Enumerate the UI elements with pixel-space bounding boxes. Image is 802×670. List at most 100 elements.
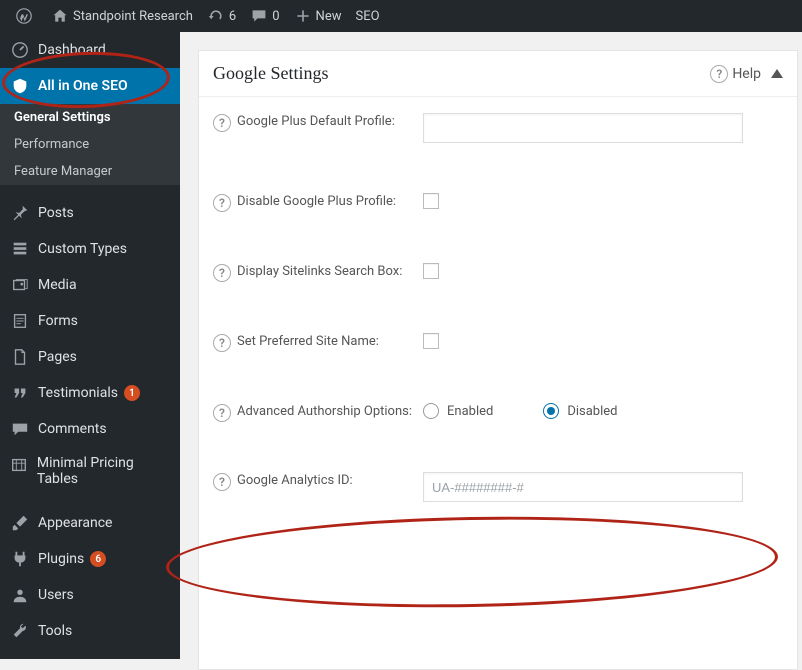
sidebar-sub-performance[interactable]: Performance xyxy=(0,131,180,158)
row-sitelinks: ? Display Sitelinks Search Box: xyxy=(199,247,797,317)
sidebar-item-posts[interactable]: Posts xyxy=(0,195,180,231)
radio-label: Disabled xyxy=(567,404,617,419)
sidebar-item-label: Appearance xyxy=(38,515,112,531)
wordpress-icon xyxy=(15,7,33,25)
media-icon xyxy=(10,275,30,295)
sidebar-item-label: Plugins xyxy=(38,551,84,567)
sidebar-item-comments[interactable]: Comments xyxy=(0,411,180,447)
panel-header: Google Settings ? Help xyxy=(199,51,797,97)
sidebar-item-media[interactable]: Media xyxy=(0,267,180,303)
quote-icon xyxy=(10,383,30,403)
sidebar-item-users[interactable]: Users xyxy=(0,577,180,613)
shield-icon xyxy=(10,76,30,96)
site-link[interactable]: Standpoint Research xyxy=(44,0,200,32)
setting-label: Disable Google Plus Profile: xyxy=(237,193,396,211)
sidebar-item-aioseo[interactable]: All in One SEO xyxy=(0,68,180,104)
sidebar-item-appearance[interactable]: Appearance xyxy=(0,505,180,541)
wp-logo[interactable] xyxy=(8,0,44,32)
testimonials-badge: 1 xyxy=(124,385,140,401)
new-label: New xyxy=(316,9,342,24)
sitelinks-checkbox[interactable] xyxy=(423,263,439,279)
plus-icon xyxy=(294,7,312,25)
brush-icon xyxy=(10,513,30,533)
disable-gplus-checkbox[interactable] xyxy=(423,193,439,209)
sidebar-item-pricing-tables[interactable]: Minimal Pricing Tables xyxy=(0,447,180,495)
sidebar-item-label: Posts xyxy=(38,205,74,221)
sidebar-item-pages[interactable]: Pages xyxy=(0,339,180,375)
pushpin-icon xyxy=(10,203,30,223)
stack-icon xyxy=(10,239,30,259)
setting-label: Google Analytics ID: xyxy=(237,472,353,490)
radio-icon xyxy=(543,403,559,419)
help-toggle[interactable]: ? Help xyxy=(710,65,783,83)
sidebar-item-tools[interactable]: Tools xyxy=(0,613,180,649)
row-gplus-profile: ? Google Plus Default Profile: xyxy=(199,97,797,177)
seo-label: SEO xyxy=(355,9,379,24)
sidebar-item-label: Dashboard xyxy=(38,42,106,58)
pref-site-checkbox[interactable] xyxy=(423,333,439,349)
sidebar-item-label: Media xyxy=(38,277,77,293)
help-icon[interactable]: ? xyxy=(213,404,231,422)
gplus-profile-input[interactable] xyxy=(423,113,743,143)
dashboard-icon xyxy=(10,40,30,60)
updates-link[interactable]: 6 xyxy=(200,0,243,32)
sidebar-item-label: Comments xyxy=(38,421,107,437)
comment-icon xyxy=(10,419,30,439)
comments-count: 0 xyxy=(272,9,279,24)
row-disable-gplus: ? Disable Google Plus Profile: xyxy=(199,177,797,247)
updates-count: 6 xyxy=(229,9,236,24)
collapse-icon xyxy=(771,69,783,78)
table-icon xyxy=(10,455,29,475)
seo-link[interactable]: SEO xyxy=(348,0,386,32)
sidebar-item-forms[interactable]: Forms xyxy=(0,303,180,339)
sidebar-item-label: Tools xyxy=(38,623,72,639)
sidebar-item-label: Pages xyxy=(38,349,77,365)
radio-label: Enabled xyxy=(447,404,493,419)
help-icon: ? xyxy=(710,65,728,83)
forms-icon xyxy=(10,311,30,331)
row-ga-id: ? Google Analytics ID: xyxy=(199,456,797,536)
sidebar-item-dashboard[interactable]: Dashboard xyxy=(0,32,180,68)
setting-label: Advanced Authorship Options: xyxy=(237,403,412,421)
page-icon xyxy=(10,347,30,367)
sidebar-item-plugins[interactable]: Plugins 6 xyxy=(0,541,180,577)
plug-icon xyxy=(10,549,30,569)
comments-link[interactable]: 0 xyxy=(243,0,286,32)
user-icon xyxy=(10,585,30,605)
setting-label: Set Preferred Site Name: xyxy=(237,333,379,351)
panel-title: Google Settings xyxy=(213,63,329,84)
sidebar-item-custom-types[interactable]: Custom Types xyxy=(0,231,180,267)
sidebar-item-label: Custom Types xyxy=(38,241,127,257)
comment-icon xyxy=(250,7,268,25)
help-icon[interactable]: ? xyxy=(213,114,231,132)
sidebar-item-label: Testimonials xyxy=(38,385,118,401)
site-name: Standpoint Research xyxy=(73,9,193,24)
new-link[interactable]: New xyxy=(287,0,349,32)
help-icon[interactable]: ? xyxy=(213,473,231,491)
help-icon[interactable]: ? xyxy=(213,194,231,212)
refresh-icon xyxy=(207,7,225,25)
authorship-enabled-radio[interactable]: Enabled xyxy=(423,403,493,419)
sidebar-item-label: All in One SEO xyxy=(38,78,128,94)
help-label: Help xyxy=(732,66,761,82)
radio-icon xyxy=(423,403,439,419)
plugins-badge: 6 xyxy=(90,551,106,567)
sidebar-item-label: Users xyxy=(38,587,74,603)
google-settings-panel: Google Settings ? Help ? Google Plus Def… xyxy=(198,50,798,670)
wrench-icon xyxy=(10,621,30,641)
sidebar-item-label: Forms xyxy=(38,313,78,329)
sidebar-item-label: Minimal Pricing Tables xyxy=(37,455,170,487)
help-icon[interactable]: ? xyxy=(213,334,231,352)
setting-label: Google Plus Default Profile: xyxy=(237,113,395,131)
content-area: Google Settings ? Help ? Google Plus Def… xyxy=(180,32,802,659)
row-authorship: ? Advanced Authorship Options: Enabled D… xyxy=(199,387,797,456)
help-icon[interactable]: ? xyxy=(213,264,231,282)
sidebar-item-testimonials[interactable]: Testimonials 1 xyxy=(0,375,180,411)
admin-sidebar: Dashboard All in One SEO General Setting… xyxy=(0,32,180,659)
home-icon xyxy=(51,7,69,25)
admin-toolbar: Standpoint Research 6 0 New SEO xyxy=(0,0,802,32)
authorship-disabled-radio[interactable]: Disabled xyxy=(543,403,617,419)
sidebar-sub-feature-manager[interactable]: Feature Manager xyxy=(0,158,180,185)
sidebar-sub-general-settings[interactable]: General Settings xyxy=(0,104,180,131)
ga-id-input[interactable] xyxy=(423,472,743,502)
